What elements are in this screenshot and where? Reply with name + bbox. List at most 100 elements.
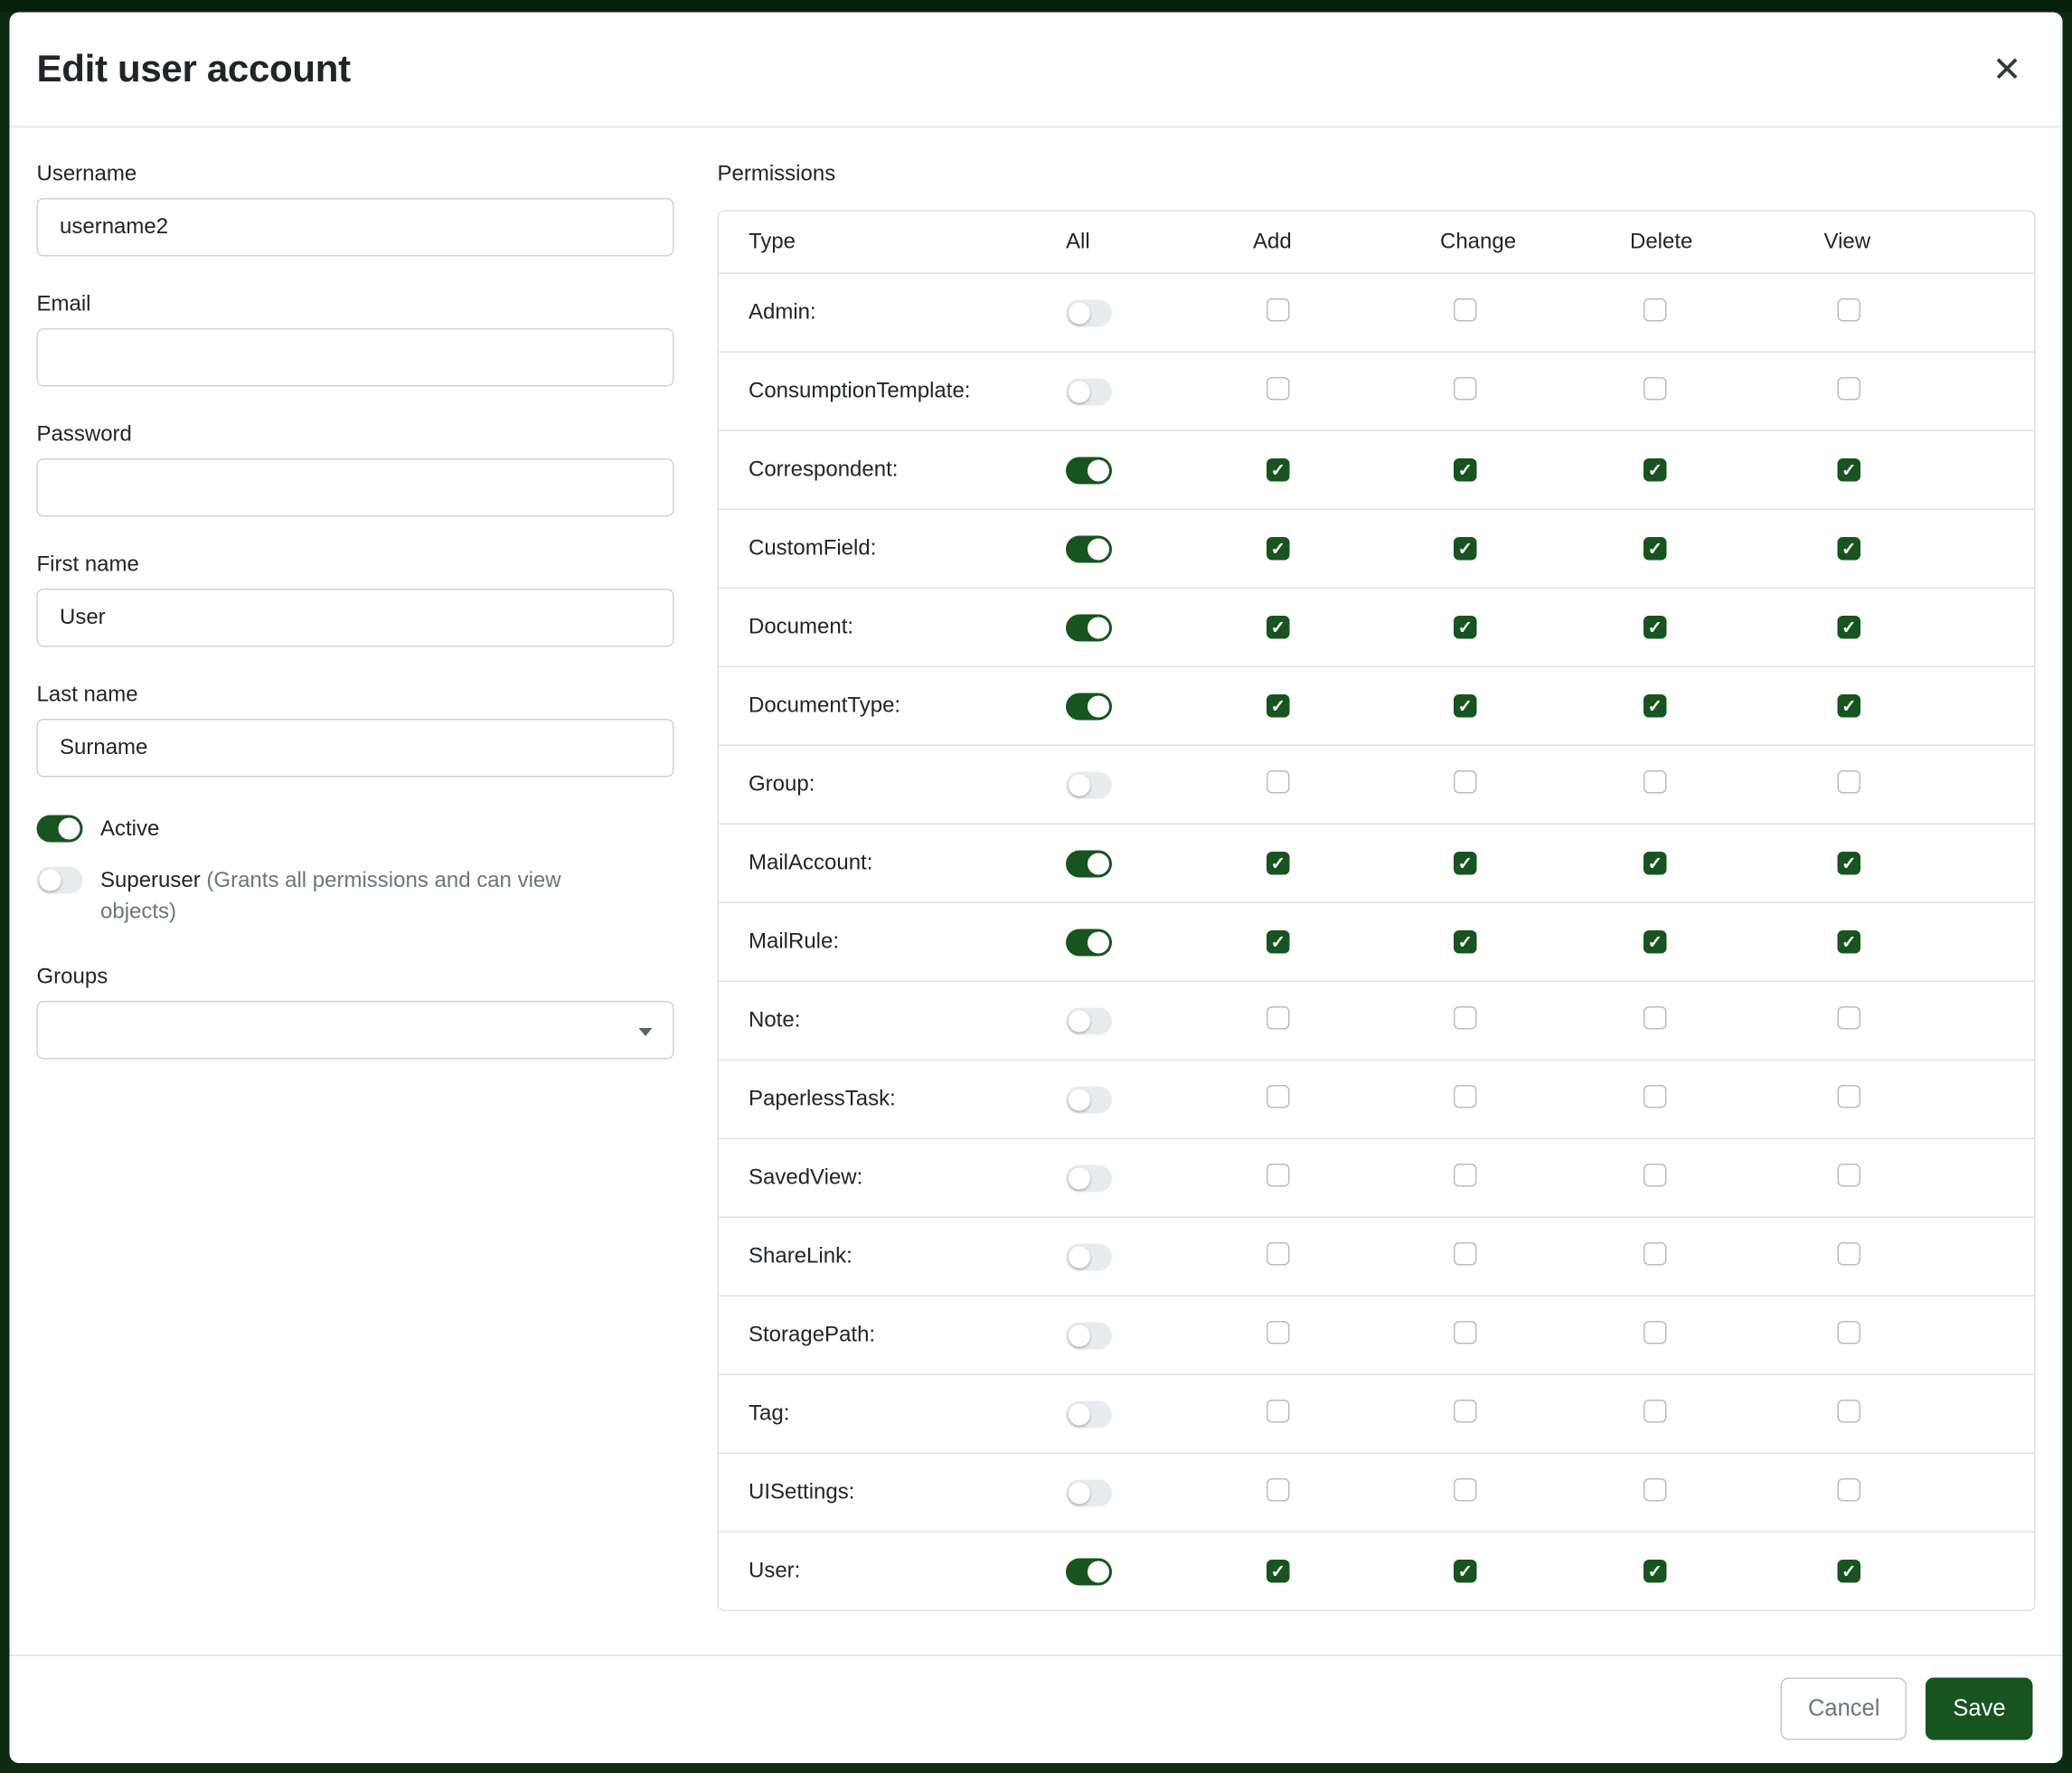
permission-change-checkbox[interactable] xyxy=(1454,929,1477,953)
permission-view-checkbox[interactable] xyxy=(1838,615,1861,638)
last-name-input[interactable] xyxy=(37,719,674,778)
permission-view-checkbox[interactable] xyxy=(1838,769,1861,793)
permission-add-checkbox[interactable] xyxy=(1267,615,1290,638)
permission-delete-checkbox[interactable] xyxy=(1643,1399,1667,1422)
permission-change-checkbox[interactable] xyxy=(1454,376,1477,400)
permission-change-checkbox[interactable] xyxy=(1454,1559,1477,1582)
permission-delete-checkbox[interactable] xyxy=(1643,693,1667,717)
permission-view-checkbox[interactable] xyxy=(1838,1399,1861,1422)
permission-all-toggle[interactable] xyxy=(1066,1558,1112,1585)
permission-view-checkbox[interactable] xyxy=(1838,1163,1861,1186)
permission-add-checkbox[interactable] xyxy=(1267,1084,1290,1108)
permission-view-checkbox[interactable] xyxy=(1838,929,1861,953)
permission-all-toggle[interactable] xyxy=(1066,535,1112,562)
permission-delete-checkbox[interactable] xyxy=(1643,1241,1667,1265)
permission-add-checkbox[interactable] xyxy=(1267,693,1290,717)
permission-change-checkbox[interactable] xyxy=(1454,615,1477,638)
permission-all-toggle[interactable] xyxy=(1066,771,1112,798)
permission-all-toggle[interactable] xyxy=(1066,457,1112,484)
permission-view-checkbox[interactable] xyxy=(1838,536,1861,560)
permission-delete-checkbox[interactable] xyxy=(1643,297,1667,321)
permission-change-checkbox[interactable] xyxy=(1454,1241,1477,1265)
permission-view-checkbox[interactable] xyxy=(1838,1320,1861,1344)
permission-delete-checkbox[interactable] xyxy=(1643,457,1667,481)
permission-change-checkbox[interactable] xyxy=(1454,1399,1477,1422)
password-input[interactable] xyxy=(37,458,674,517)
permission-delete-checkbox[interactable] xyxy=(1643,1163,1667,1186)
permission-view-checkbox[interactable] xyxy=(1838,851,1861,874)
permission-delete-checkbox[interactable] xyxy=(1643,1320,1667,1344)
permission-add-checkbox[interactable] xyxy=(1267,1005,1290,1029)
cancel-button[interactable]: Cancel xyxy=(1781,1678,1907,1740)
permission-add-checkbox[interactable] xyxy=(1267,1163,1290,1186)
permission-add-checkbox[interactable] xyxy=(1267,1241,1290,1265)
permission-change-checkbox[interactable] xyxy=(1454,457,1477,481)
permission-all-toggle[interactable] xyxy=(1066,693,1112,720)
permission-view-checkbox[interactable] xyxy=(1838,693,1861,717)
close-icon[interactable]: ✕ xyxy=(1984,52,2030,87)
permission-change-checkbox[interactable] xyxy=(1454,1163,1477,1186)
permission-all-toggle[interactable] xyxy=(1066,1400,1112,1428)
permission-view-checkbox[interactable] xyxy=(1838,376,1861,400)
last-name-label: Last name xyxy=(37,684,674,708)
permission-all-toggle[interactable] xyxy=(1066,850,1112,877)
permission-change-checkbox[interactable] xyxy=(1454,1005,1477,1029)
permission-all-toggle[interactable] xyxy=(1066,1086,1112,1113)
first-name-input[interactable] xyxy=(37,589,674,647)
permission-add-checkbox[interactable] xyxy=(1267,929,1290,953)
permission-change-checkbox[interactable] xyxy=(1454,769,1477,793)
permission-add-checkbox[interactable] xyxy=(1267,851,1290,874)
permission-view-checkbox[interactable] xyxy=(1838,1005,1861,1029)
permission-add-checkbox[interactable] xyxy=(1267,536,1290,560)
permission-change-checkbox[interactable] xyxy=(1454,1084,1477,1108)
permission-change-checkbox[interactable] xyxy=(1454,851,1477,874)
permission-all-toggle[interactable] xyxy=(1066,1165,1112,1192)
permission-all-toggle[interactable] xyxy=(1066,299,1112,326)
permission-row: User: xyxy=(719,1532,2034,1610)
permission-delete-checkbox[interactable] xyxy=(1643,851,1667,874)
permission-row: PaperlessTask: xyxy=(719,1060,2034,1138)
permission-all-toggle[interactable] xyxy=(1066,1007,1112,1034)
permission-add-checkbox[interactable] xyxy=(1267,1477,1290,1501)
permission-all-toggle[interactable] xyxy=(1066,1243,1112,1270)
permission-view-checkbox[interactable] xyxy=(1838,1241,1861,1265)
groups-select[interactable] xyxy=(37,1000,674,1059)
permission-delete-checkbox[interactable] xyxy=(1643,1477,1667,1501)
permission-change-checkbox[interactable] xyxy=(1454,297,1477,321)
permission-add-checkbox[interactable] xyxy=(1267,376,1290,400)
permission-delete-checkbox[interactable] xyxy=(1643,615,1667,638)
permission-view-checkbox[interactable] xyxy=(1838,297,1861,321)
permission-all-toggle[interactable] xyxy=(1066,378,1112,405)
permission-delete-checkbox[interactable] xyxy=(1643,1084,1667,1108)
permission-view-checkbox[interactable] xyxy=(1838,1084,1861,1108)
permission-all-toggle[interactable] xyxy=(1066,1322,1112,1349)
first-name-field-group: First name xyxy=(37,553,674,647)
permission-all-toggle[interactable] xyxy=(1066,614,1112,641)
permission-add-checkbox[interactable] xyxy=(1267,457,1290,481)
permission-delete-checkbox[interactable] xyxy=(1643,1005,1667,1029)
permission-delete-checkbox[interactable] xyxy=(1643,536,1667,560)
superuser-toggle[interactable] xyxy=(37,867,83,894)
permission-all-toggle[interactable] xyxy=(1066,1479,1112,1506)
permission-delete-checkbox[interactable] xyxy=(1643,1559,1667,1582)
permission-delete-checkbox[interactable] xyxy=(1643,929,1667,953)
permission-add-checkbox[interactable] xyxy=(1267,1320,1290,1344)
permission-delete-checkbox[interactable] xyxy=(1643,769,1667,793)
username-input[interactable] xyxy=(37,198,674,257)
permission-change-checkbox[interactable] xyxy=(1454,1320,1477,1344)
email-input[interactable] xyxy=(37,328,674,387)
active-toggle[interactable] xyxy=(37,816,83,843)
permission-change-checkbox[interactable] xyxy=(1454,1477,1477,1501)
permission-change-checkbox[interactable] xyxy=(1454,693,1477,717)
permission-all-toggle[interactable] xyxy=(1066,929,1112,956)
permission-view-checkbox[interactable] xyxy=(1838,1559,1861,1582)
permission-add-checkbox[interactable] xyxy=(1267,1559,1290,1582)
permission-view-checkbox[interactable] xyxy=(1838,457,1861,481)
permission-view-checkbox[interactable] xyxy=(1838,1477,1861,1501)
permission-delete-checkbox[interactable] xyxy=(1643,376,1667,400)
permission-add-checkbox[interactable] xyxy=(1267,1399,1290,1422)
save-button[interactable]: Save xyxy=(1926,1678,2032,1740)
permission-add-checkbox[interactable] xyxy=(1267,769,1290,793)
permission-change-checkbox[interactable] xyxy=(1454,536,1477,560)
permission-add-checkbox[interactable] xyxy=(1267,297,1290,321)
